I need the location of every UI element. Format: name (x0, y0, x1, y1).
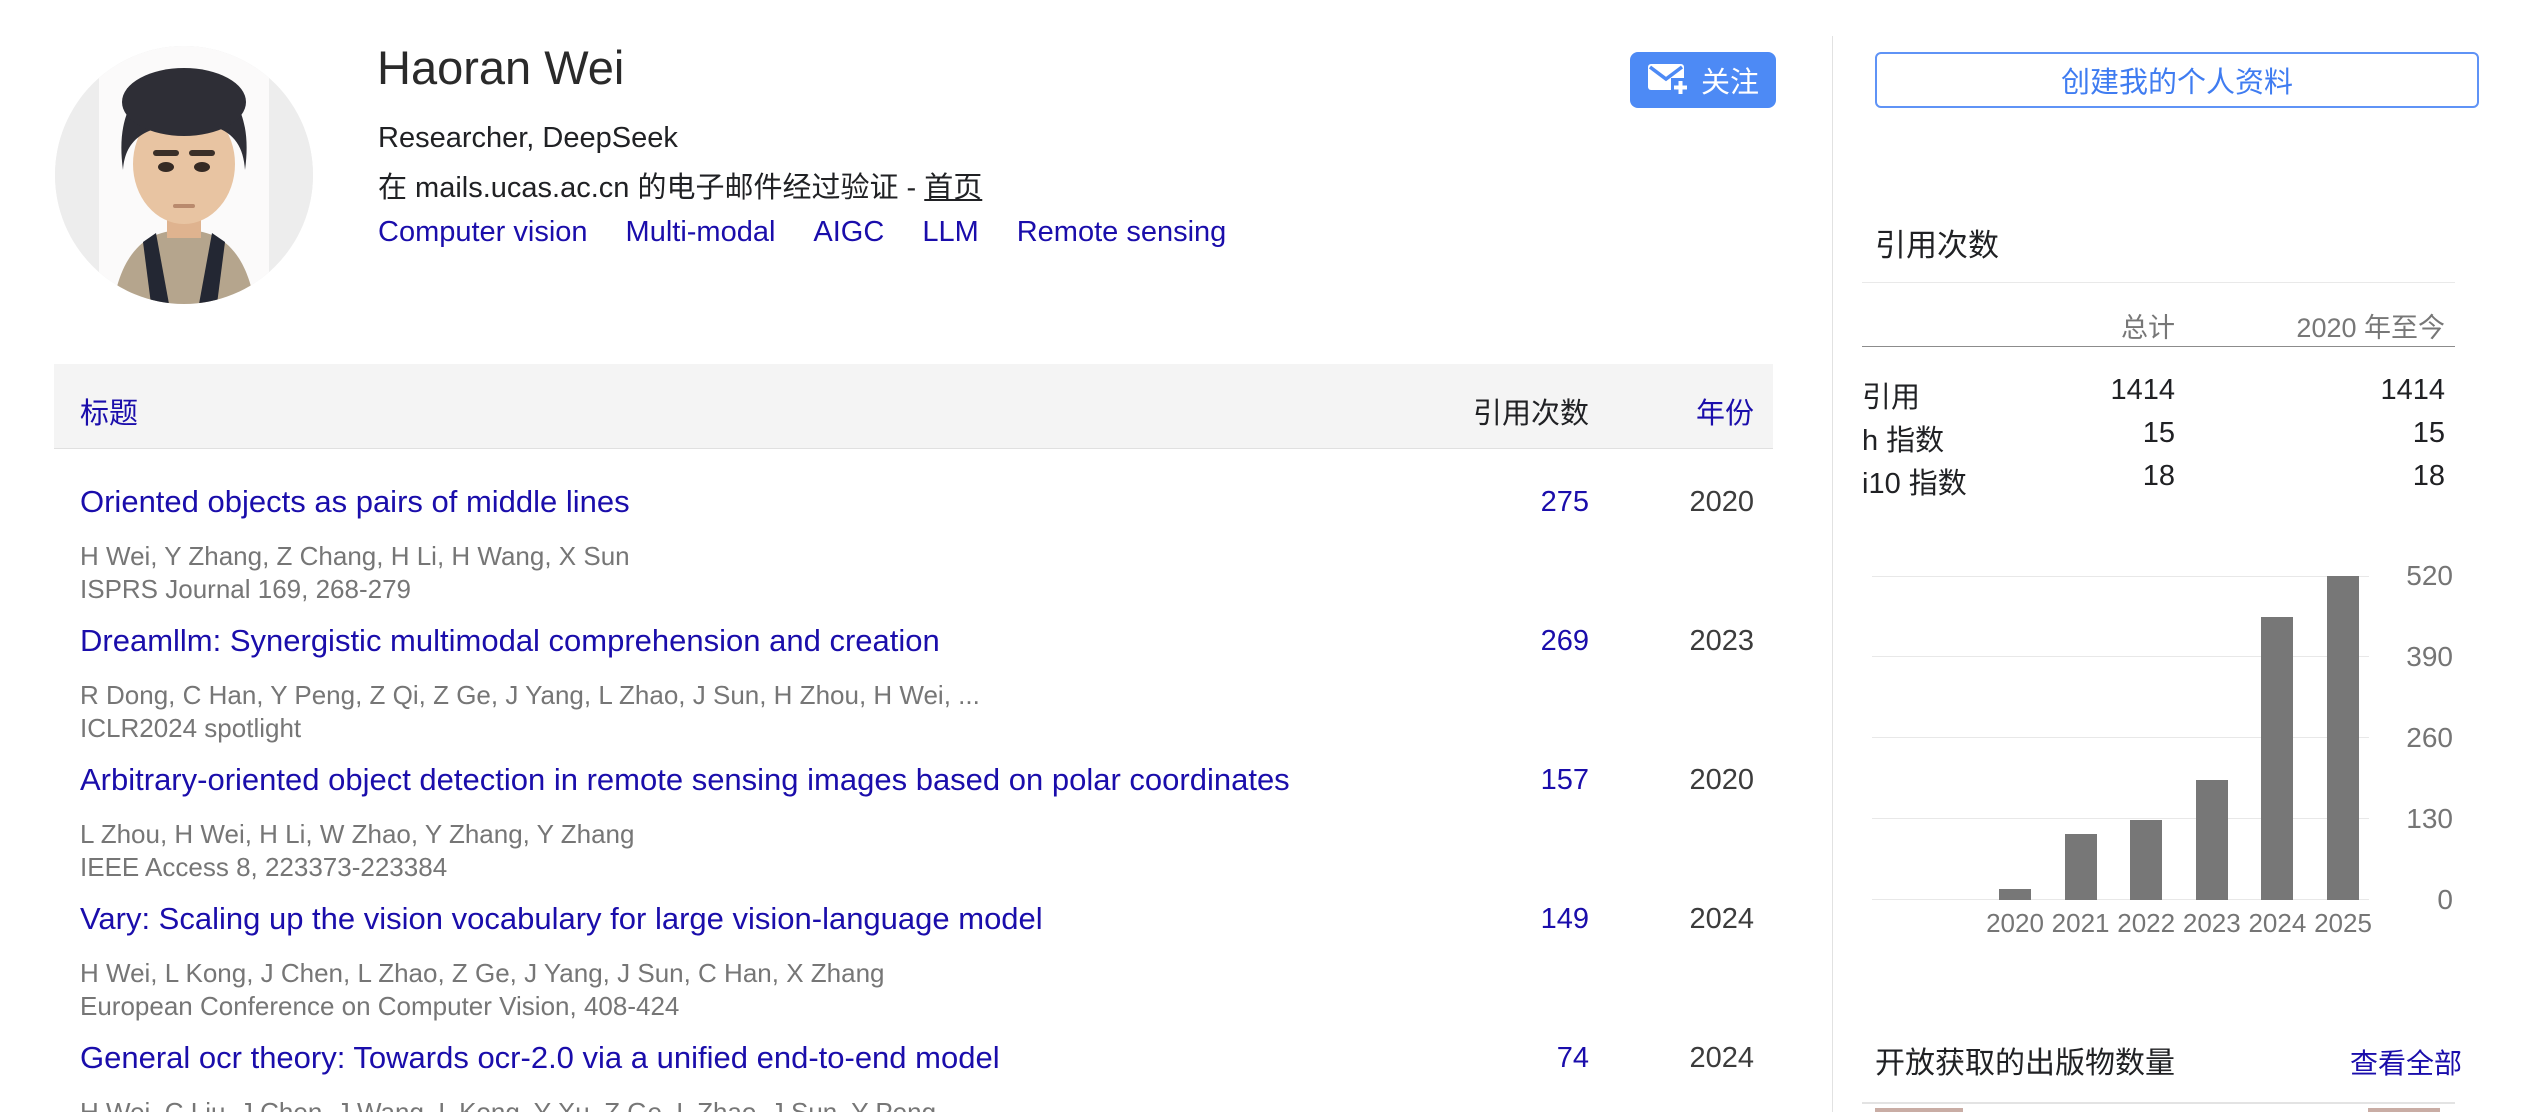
chart-gridline (1872, 656, 2369, 657)
chart-gridline (1872, 899, 2369, 900)
stat-value-all: 1414 (2110, 374, 2175, 407)
chart-bar[interactable] (2065, 834, 2097, 900)
cutoff-row-text (1875, 1108, 1963, 1112)
x-tick-label: 2025 (2303, 908, 2383, 939)
interest-link[interactable]: LLM (922, 216, 978, 248)
stat-row: i10 指数 18 18 (1862, 460, 2455, 500)
open-access-divider (1862, 1102, 2455, 1104)
chart-gridline (1872, 818, 2369, 819)
publication-authors: R Dong, C Han, Y Peng, Z Qi, Z Ge, J Yan… (80, 680, 980, 711)
y-tick-label: 520 (2375, 560, 2453, 592)
header-year[interactable]: 年份 (1696, 390, 1754, 432)
publications-rows: Oriented objects as pairs of middle line… (54, 448, 1773, 1112)
cited-by-count-link[interactable]: 74 (1557, 1042, 1589, 1075)
interest-link[interactable]: AIGC (813, 216, 884, 248)
publication-authors: L Zhou, H Wei, H Li, W Zhao, Y Zhang, Y … (80, 819, 634, 850)
publication-year: 2023 (1689, 625, 1754, 658)
cited-by-count-link[interactable]: 149 (1541, 903, 1589, 936)
create-profile-button[interactable]: 创建我的个人资料 (1875, 52, 2479, 108)
publication-title-link[interactable]: Arbitrary-oriented object detection in r… (80, 762, 1290, 798)
citation-stats: 总计 2020 年至今 引用14141414h 指数1515i10 指数1818 (1862, 282, 2455, 492)
y-tick-label: 390 (2375, 641, 2453, 673)
cutoff-row-text (2368, 1108, 2440, 1112)
citations-chart: 0130260390520202020212022202320242025 (1872, 576, 2369, 900)
profile-name: Haoran Wei (377, 40, 624, 95)
cited-by-count-link[interactable]: 275 (1541, 486, 1589, 519)
open-access-heading: 开放获取的出版物数量 (1875, 1038, 2175, 1082)
publication-authors: H Wei, L Kong, J Chen, L Zhao, Z Ge, J Y… (80, 958, 885, 989)
stat-label: i10 指数 (1862, 460, 1967, 502)
follow-button[interactable]: 关注 (1630, 52, 1776, 108)
interest-link[interactable]: Remote sensing (1017, 216, 1227, 248)
stat-label: h 指数 (1862, 417, 1944, 459)
follow-mail-icon (1647, 61, 1691, 99)
chart-bar[interactable] (1999, 889, 2031, 900)
header-title[interactable]: 标题 (80, 390, 138, 432)
cited-by-count-link[interactable]: 157 (1541, 764, 1589, 797)
chart-bar[interactable] (2261, 617, 2293, 901)
stat-label: 引用 (1862, 374, 1920, 416)
stats-header-underline (1862, 346, 2455, 347)
profile-affiliation: Researcher, DeepSeek (378, 122, 678, 155)
stats-top-border (1862, 282, 2455, 283)
avatar[interactable] (55, 46, 313, 304)
stat-value-all: 18 (2143, 460, 2175, 493)
cited-by-heading[interactable]: 引用次数 (1875, 220, 1999, 265)
stat-row: h 指数 15 15 (1862, 417, 2455, 457)
table-row: Vary: Scaling up the vision vocabulary f… (54, 865, 1773, 1004)
publication-year: 2020 (1689, 764, 1754, 797)
publication-year: 2024 (1689, 903, 1754, 936)
chart-gridline (1872, 576, 2369, 577)
publication-authors: H Wei, C Liu, J Chen, J Wang, L Kong, Y … (80, 1097, 972, 1112)
table-row: Dreamllm: Synergistic multimodal compreh… (54, 587, 1773, 726)
stats-col-since: 2020 年至今 (2296, 306, 2445, 345)
interest-link[interactable]: Computer vision (378, 216, 588, 248)
avatar-photo (55, 46, 313, 304)
table-row: Oriented objects as pairs of middle line… (54, 448, 1773, 587)
stat-value-since: 15 (2413, 417, 2445, 450)
column-divider (1832, 36, 1833, 1112)
table-row: General ocr theory: Towards ocr-2.0 via … (54, 1004, 1773, 1112)
publication-title-link[interactable]: Oriented objects as pairs of middle line… (80, 484, 630, 520)
publication-authors: H Wei, Y Zhang, Z Chang, H Li, H Wang, X… (80, 541, 630, 572)
email-verified-text: 在 mails.ucas.ac.cn 的电子邮件经过验证 - (378, 172, 924, 204)
scholar-profile-page: Haoran Wei Researcher, DeepSeek 在 mails.… (0, 0, 2538, 1112)
publication-title-link[interactable]: Dreamllm: Synergistic multimodal compreh… (80, 623, 940, 659)
y-tick-label: 130 (2375, 803, 2453, 835)
y-tick-label: 0 (2375, 884, 2453, 916)
stats-col-all: 总计 (2121, 306, 2175, 345)
stat-value-since: 1414 (2380, 374, 2445, 407)
cited-by-count-link[interactable]: 269 (1541, 625, 1589, 658)
header-cited-by[interactable]: 引用次数 (1473, 390, 1589, 432)
table-row: Arbitrary-oriented object detection in r… (54, 726, 1773, 865)
interest-link[interactable]: Multi-modal (626, 216, 776, 248)
chart-bar[interactable] (2327, 576, 2359, 900)
stat-row: 引用 1414 1414 (1862, 374, 2455, 414)
homepage-link[interactable]: 首页 (924, 172, 982, 204)
publications-table-header: 标题 引用次数 年份 (54, 364, 1773, 449)
chart-gridline (1872, 737, 2369, 738)
chart-bar[interactable] (2196, 780, 2228, 900)
y-tick-label: 260 (2375, 722, 2453, 754)
publication-year: 2020 (1689, 486, 1754, 519)
publication-title-link[interactable]: Vary: Scaling up the vision vocabulary f… (80, 901, 1043, 937)
stat-value-since: 18 (2413, 460, 2445, 493)
stat-value-all: 15 (2143, 417, 2175, 450)
publication-title-link[interactable]: General ocr theory: Towards ocr-2.0 via … (80, 1040, 1000, 1076)
follow-button-label: 关注 (1701, 59, 1759, 101)
profile-interests: Computer vision Multi-modal AIGC LLM Remote … (378, 216, 1264, 249)
profile-email-verified: 在 mails.ucas.ac.cn 的电子邮件经过验证 - 首页 (378, 164, 982, 206)
publication-year: 2024 (1689, 1042, 1754, 1075)
view-all-link[interactable]: 查看全部 (2350, 1042, 2462, 1082)
chart-bar[interactable] (2130, 820, 2162, 900)
